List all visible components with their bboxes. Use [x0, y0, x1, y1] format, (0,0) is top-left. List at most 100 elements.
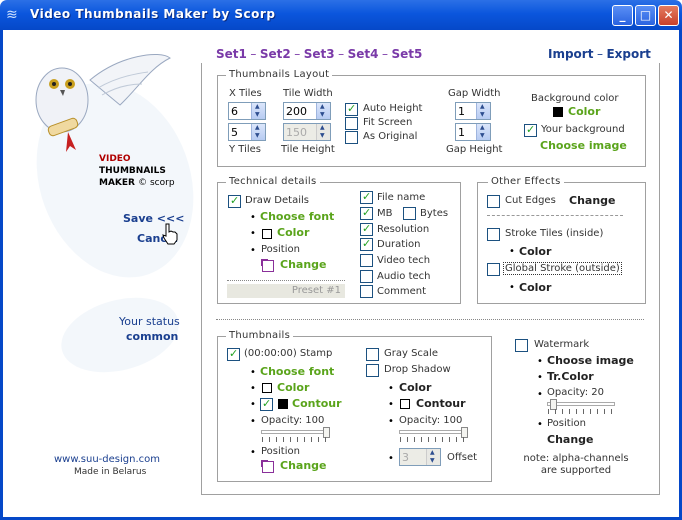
thumb-opacity-slider[interactable]	[261, 430, 329, 434]
thumb-color-link[interactable]: Color	[277, 381, 309, 394]
stroke-tiles-label: Stroke Tiles (inside)	[505, 228, 604, 239]
cut-edges-checkbox[interactable]	[487, 195, 500, 208]
draw-details-label: Draw Details	[245, 195, 309, 206]
tech-position-change-link[interactable]: Change	[280, 258, 327, 271]
tab-set5[interactable]: Set5	[392, 47, 423, 61]
stamp-checkbox[interactable]	[227, 347, 240, 361]
bullet: •	[537, 372, 543, 383]
minimize-button[interactable]: _	[612, 5, 633, 26]
bg-color-link[interactable]: Color	[568, 105, 600, 118]
stroke-tiles-color-link[interactable]: Color	[519, 245, 551, 258]
resolution-label: Resolution	[377, 224, 430, 235]
tile-width-label: Tile Width	[283, 88, 333, 99]
x-tiles-value: 6	[231, 105, 238, 118]
cut-edges-change-link[interactable]: Change	[569, 194, 616, 207]
contour-swatch[interactable]	[278, 399, 288, 409]
auto-height-checkbox[interactable]	[345, 102, 358, 116]
offset-label: Offset	[447, 452, 478, 463]
video-tech-checkbox[interactable]	[360, 254, 373, 267]
tab-set1[interactable]: Set1	[216, 47, 247, 61]
tab-set2[interactable]: Set2	[260, 47, 291, 61]
watermark-choose-image-link[interactable]: Choose image	[547, 354, 634, 367]
watermark-position-change-link[interactable]: Change	[547, 433, 594, 446]
drop-shadow-checkbox[interactable]	[366, 364, 379, 377]
stroke-tiles-checkbox[interactable]	[487, 228, 500, 241]
other-effects-title: Other Effects	[488, 176, 564, 187]
x-tiles-spinner[interactable]: 6	[228, 102, 266, 120]
your-background-label: Your background	[541, 124, 625, 135]
shadow-opacity-label: Opacity: 100	[399, 415, 463, 426]
as-original-checkbox[interactable]	[345, 131, 358, 144]
as-original-label: As Original	[363, 131, 418, 142]
bytes-checkbox[interactable]	[403, 207, 416, 220]
gray-scale-label: Gray Scale	[384, 348, 438, 359]
thumb-color-swatch[interactable]	[262, 383, 272, 393]
title-bar[interactable]: ≋ Video Thumbnails Maker by Scorp _ □ ✕	[0, 0, 682, 30]
watermark-opacity-slider[interactable]	[547, 402, 615, 406]
watermark-checkbox[interactable]	[515, 339, 528, 352]
tile-height-spinner: 150	[283, 123, 331, 141]
watermark-trcolor-link[interactable]: Tr.Color	[547, 370, 594, 383]
draw-details-checkbox[interactable]	[228, 194, 241, 208]
y-tiles-spinner[interactable]: 5	[228, 123, 266, 141]
slider-ticks	[548, 409, 616, 414]
bg-color-swatch[interactable]	[553, 107, 563, 117]
resolution-checkbox[interactable]	[360, 222, 373, 236]
comment-checkbox[interactable]	[360, 285, 373, 298]
video-tech-label: Video tech	[377, 255, 431, 266]
logo-line-3: MAKER	[99, 178, 135, 188]
tech-color-swatch[interactable]	[262, 229, 272, 239]
tech-color-link[interactable]: Color	[277, 226, 309, 239]
bullet: •	[388, 453, 394, 464]
file-name-checkbox[interactable]	[360, 190, 373, 204]
export-button[interactable]: Export	[606, 47, 650, 61]
divider	[227, 280, 345, 281]
tile-width-spinner[interactable]: 200	[283, 102, 331, 120]
fit-screen-checkbox[interactable]	[345, 117, 358, 130]
audio-tech-checkbox[interactable]	[360, 270, 373, 283]
import-button[interactable]: Import	[548, 47, 593, 61]
stamp-label: (00:00:00) Stamp	[244, 348, 333, 359]
your-background-checkbox[interactable]	[524, 123, 537, 137]
bullet: •	[250, 383, 256, 394]
thumb-position-change-link[interactable]: Change	[280, 459, 327, 472]
gap-height-spinner[interactable]: 1	[455, 123, 491, 141]
shadow-contour-swatch[interactable]	[400, 399, 410, 409]
maximize-button[interactable]: □	[635, 5, 656, 26]
spin-arrows-icon[interactable]	[476, 103, 490, 119]
site-link[interactable]: www.suu-design.com	[54, 454, 160, 465]
gap-width-spinner[interactable]: 1	[455, 102, 491, 120]
y-tiles-value: 5	[231, 126, 238, 139]
duration-checkbox[interactable]	[360, 237, 373, 251]
tab-separator: –	[596, 47, 603, 61]
logo-text: VIDEO THUMBNAILS MAKER © scorp	[99, 153, 175, 189]
alpha-note: note: alpha-channels are supported	[523, 453, 629, 476]
contour-link[interactable]: Contour	[292, 397, 342, 410]
close-button[interactable]: ✕	[658, 5, 679, 26]
spin-arrows-icon[interactable]	[251, 124, 265, 140]
comment-label: Comment	[377, 286, 426, 297]
spin-arrows-icon[interactable]	[476, 124, 490, 140]
mb-checkbox[interactable]	[360, 206, 373, 220]
global-stroke-label: Global Stroke (outside)	[503, 262, 622, 275]
contour-checkbox[interactable]	[260, 397, 273, 411]
choose-bg-image-link[interactable]: Choose image	[540, 139, 627, 152]
thumb-choose-font-link[interactable]: Choose font	[260, 365, 334, 378]
global-stroke-checkbox[interactable]	[487, 263, 500, 276]
spin-arrows-icon[interactable]	[316, 103, 330, 119]
tab-separator: –	[250, 47, 257, 61]
spin-arrows-icon	[316, 124, 330, 140]
shadow-contour-link[interactable]: Contour	[416, 397, 466, 410]
global-stroke-color-link[interactable]: Color	[519, 281, 551, 294]
bullet: •	[509, 246, 515, 257]
shadow-opacity-slider[interactable]	[399, 430, 467, 434]
spin-arrows-icon[interactable]	[251, 103, 265, 119]
shadow-color-link[interactable]: Color	[399, 381, 431, 394]
position-icon	[261, 460, 274, 473]
tab-set4[interactable]: Set4	[348, 47, 379, 61]
tech-choose-font-link[interactable]: Choose font	[260, 210, 334, 223]
gray-scale-checkbox[interactable]	[366, 348, 379, 361]
slider-ticks	[262, 437, 330, 442]
technical-group-title: Technical details	[226, 176, 320, 187]
tab-set3[interactable]: Set3	[304, 47, 335, 61]
